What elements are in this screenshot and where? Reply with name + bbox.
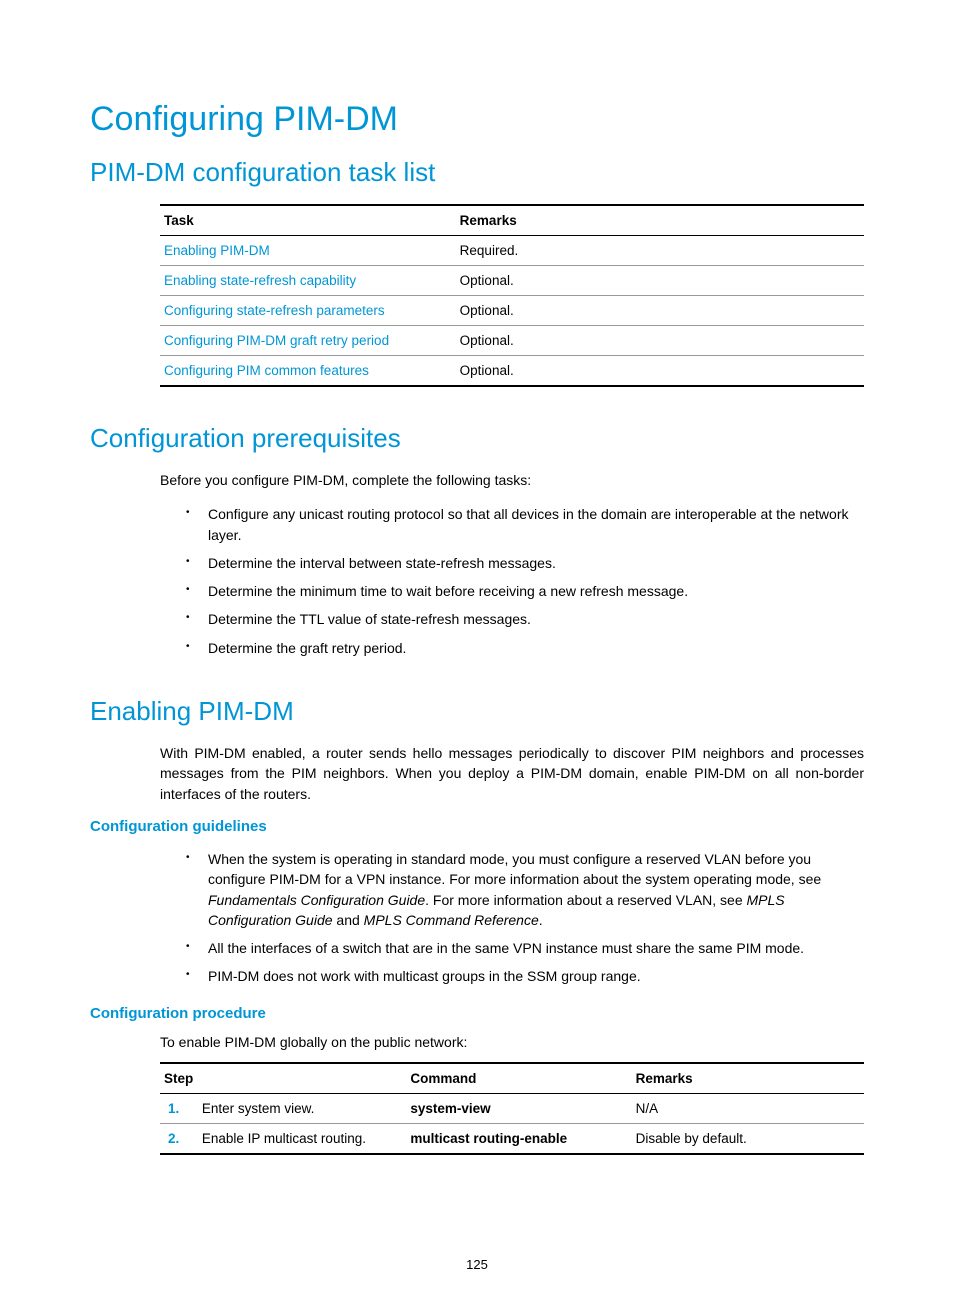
bullet-item: All the interfaces of a switch that are … [180,934,864,962]
bullet-item: Determine the graft retry period. [180,634,864,662]
bullet-item: Configure any unicast routing protocol s… [180,500,864,549]
proc-step-num: 1. [160,1094,198,1124]
section-heading-tasklist: PIM-DM configuration task list [90,157,864,188]
proc-step-text: Enter system view. [198,1094,407,1124]
task-remarks: Optional. [456,326,864,356]
proc-remarks: N/A [632,1094,864,1124]
bullet-item: PIM-DM does not work with multicast grou… [180,962,864,990]
procedure-heading: Configuration procedure [90,1005,864,1022]
bullet-text: . [539,912,543,928]
task-link[interactable]: Configuring state-refresh parameters [164,303,385,318]
task-remarks: Optional. [456,266,864,296]
proc-row: 1. Enter system view. system-view N/A [160,1094,864,1124]
bullet-text: . For more information about a reserved … [425,892,746,908]
task-list-table: Task Remarks Enabling PIM-DM Required. E… [160,204,864,387]
task-header-remarks: Remarks [456,205,864,236]
proc-header-command: Command [406,1063,631,1094]
section-heading-prereq: Configuration prerequisites [90,423,864,454]
proc-step-num: 2. [160,1124,198,1155]
page-container: Configuring PIM-DM PIM-DM configuration … [0,0,954,1296]
task-row: Configuring PIM common features Optional… [160,356,864,387]
guidelines-bullet-list: When the system is operating in standard… [180,845,864,991]
bullet-text: and [333,912,364,928]
bullet-item: When the system is operating in standard… [180,845,864,934]
bullet-item: Determine the TTL value of state-refresh… [180,605,864,633]
procedure-intro: To enable PIM-DM globally on the public … [160,1032,864,1052]
task-link[interactable]: Configuring PIM-DM graft retry period [164,333,389,348]
task-link[interactable]: Enabling PIM-DM [164,243,270,258]
prereq-bullet-list: Configure any unicast routing protocol s… [180,500,864,662]
prereq-intro: Before you configure PIM-DM, complete th… [160,470,864,490]
task-link[interactable]: Configuring PIM common features [164,363,369,378]
page-number: 125 [0,1257,954,1272]
proc-command: system-view [406,1094,631,1124]
task-header-task: Task [160,205,456,236]
task-row: Enabling PIM-DM Required. [160,236,864,266]
procedure-table: Step Command Remarks 1. Enter system vie… [160,1062,864,1155]
enabling-body: With PIM-DM enabled, a router sends hell… [160,743,864,804]
bullet-item: Determine the minimum time to wait befor… [180,577,864,605]
task-row: Configuring state-refresh parameters Opt… [160,296,864,326]
task-link[interactable]: Enabling state-refresh capability [164,273,356,288]
bullet-text: When the system is operating in standard… [208,851,821,887]
section-heading-enabling: Enabling PIM-DM [90,696,864,727]
proc-header-step: Step [160,1063,406,1094]
task-remarks: Required. [456,236,864,266]
task-remarks: Optional. [456,296,864,326]
bullet-item: Determine the interval between state-ref… [180,549,864,577]
task-row: Enabling state-refresh capability Option… [160,266,864,296]
bullet-italic: Fundamentals Configuration Guide [208,892,425,908]
proc-remarks: Disable by default. [632,1124,864,1155]
proc-header-remarks: Remarks [632,1063,864,1094]
proc-row: 2. Enable IP multicast routing. multicas… [160,1124,864,1155]
task-remarks: Optional. [456,356,864,387]
proc-step-text: Enable IP multicast routing. [198,1124,407,1155]
bullet-italic: MPLS Command Reference [364,912,539,928]
proc-command: multicast routing-enable [406,1124,631,1155]
page-title: Configuring PIM-DM [90,100,864,139]
task-row: Configuring PIM-DM graft retry period Op… [160,326,864,356]
guidelines-heading: Configuration guidelines [90,818,864,835]
